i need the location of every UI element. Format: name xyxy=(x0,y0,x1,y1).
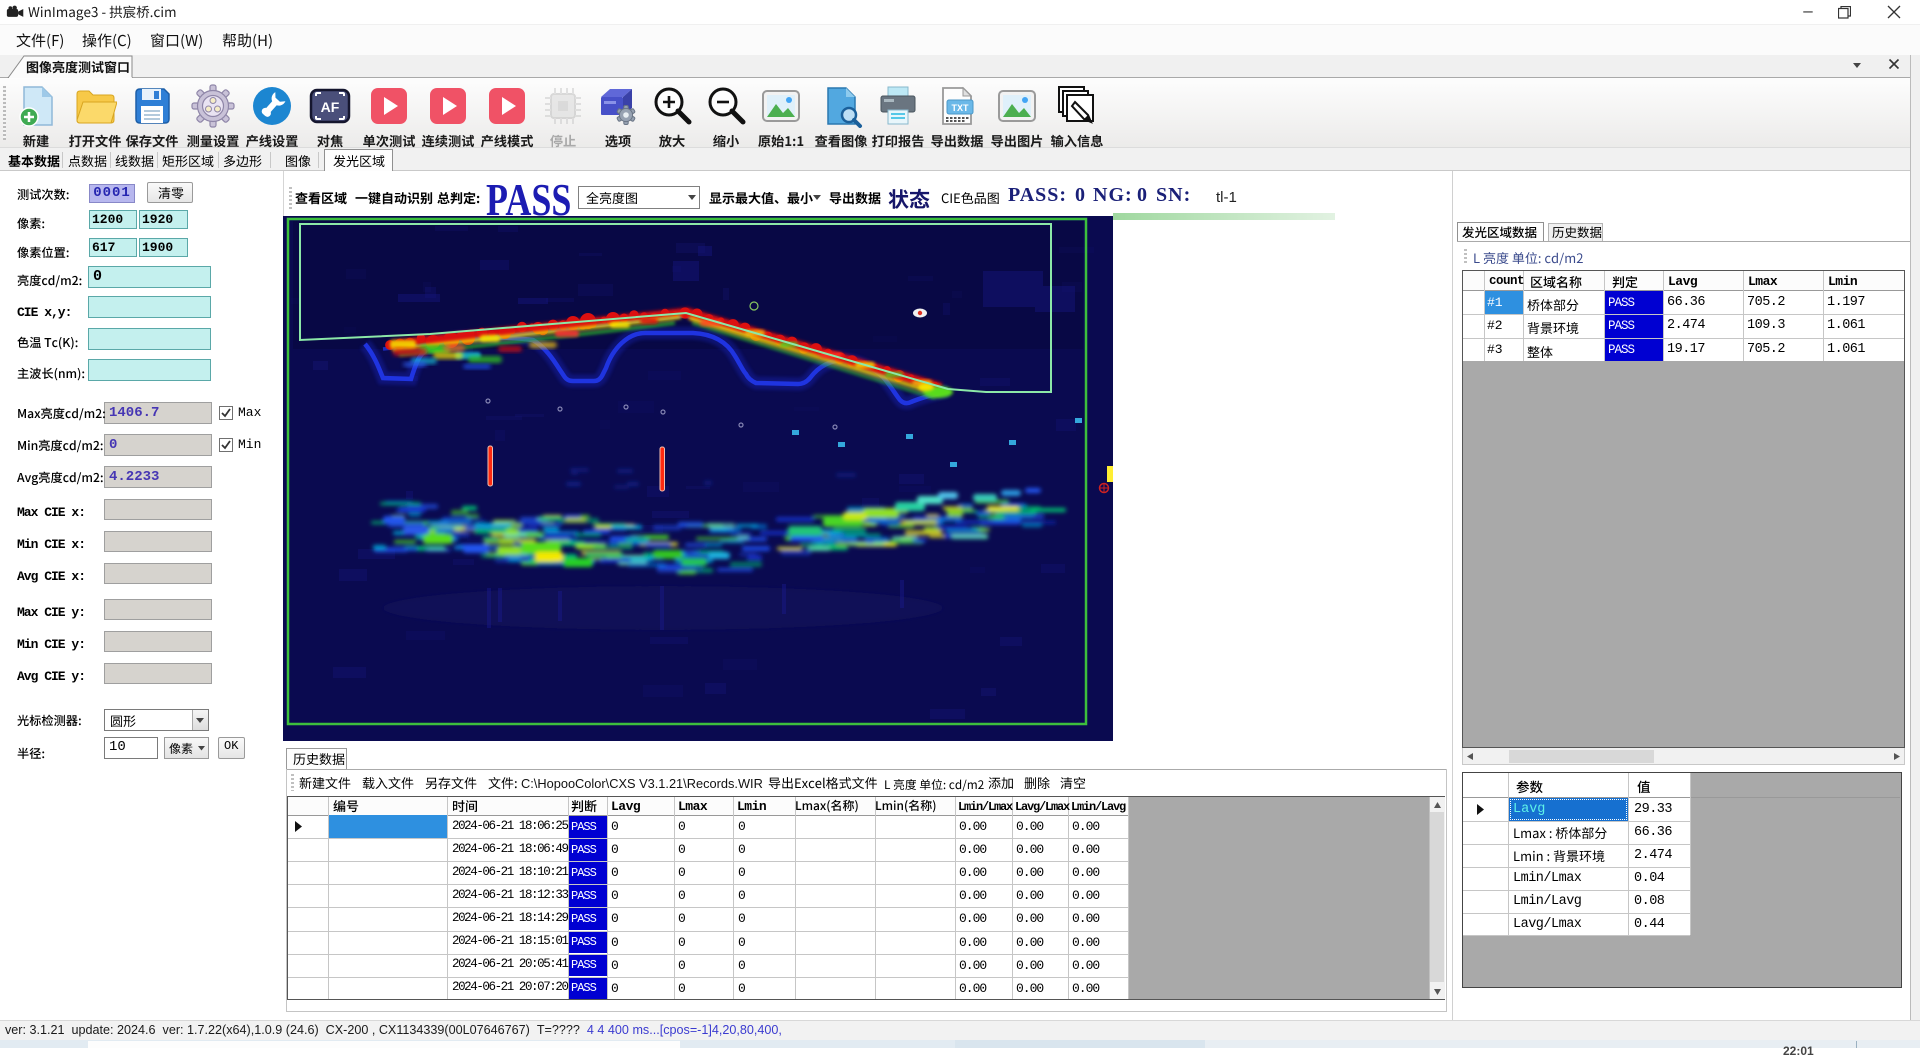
svg-text:TXT: TXT xyxy=(952,103,970,113)
svg-text:AF: AF xyxy=(321,99,340,115)
